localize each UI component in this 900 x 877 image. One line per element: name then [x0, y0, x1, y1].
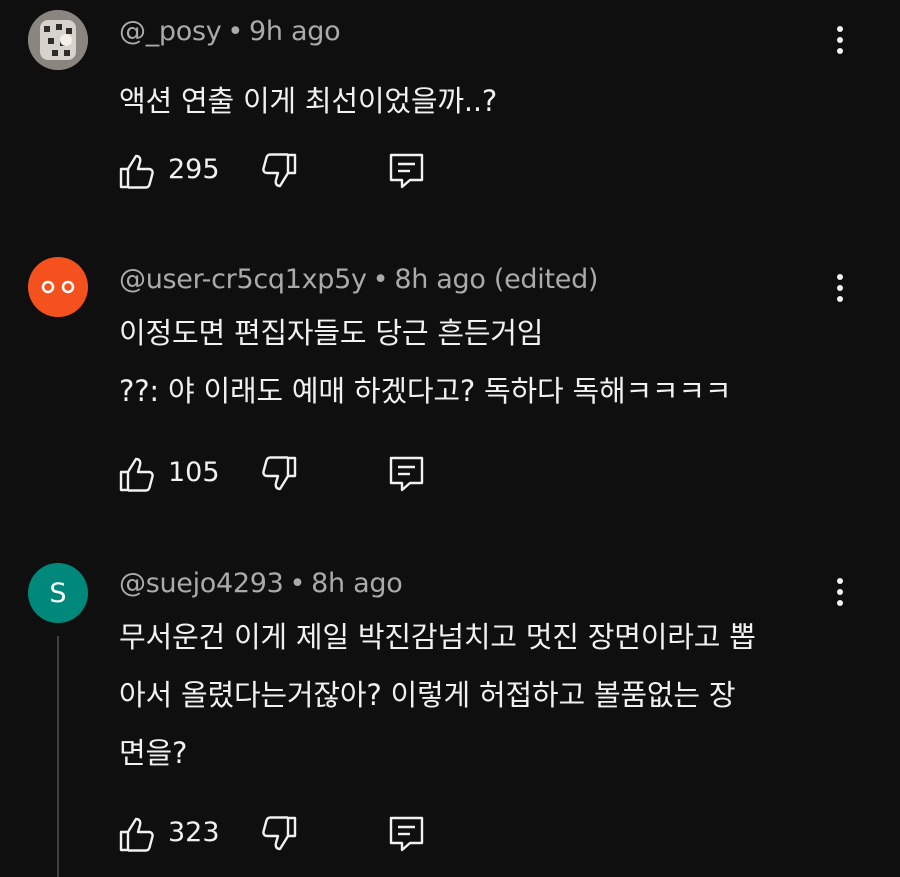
comment-line: 액션 연출 이게 최선이었을까..?: [119, 84, 498, 118]
comment-actions: 295: [118, 152, 438, 192]
more-vert-icon[interactable]: [822, 18, 858, 62]
comment-line: ??: 야 이래도 예매 하겠다고? 독하다 독해ㅋㅋㅋㅋ: [119, 374, 732, 408]
thumb-down-icon[interactable]: [260, 152, 298, 190]
meta-separator: •: [289, 568, 306, 599]
comment-line: 이정도면 편집자들도 당근 흔든거임: [119, 316, 544, 350]
avatar[interactable]: [28, 10, 88, 70]
like-count: 105: [168, 457, 220, 488]
comment-line: 무서운건 이게 제일 박진감넘치고 멋진 장면이라고 뽑: [119, 620, 756, 654]
like-count: 295: [168, 154, 220, 185]
meta-separator: •: [372, 264, 389, 295]
comment-actions: 105: [118, 455, 438, 495]
thumb-down-icon[interactable]: [260, 455, 298, 493]
avatar[interactable]: S: [28, 563, 88, 623]
comment-text: 액션 연출 이게 최선이었을까..?: [119, 72, 497, 130]
thumb-up-icon[interactable]: [118, 152, 156, 190]
thread-line: [57, 636, 59, 877]
comment-meta: @suejo4293 • 8h ago: [119, 568, 403, 599]
edited-label: (edited): [493, 264, 599, 295]
thumb-up-icon[interactable]: [118, 815, 156, 853]
avatar[interactable]: [28, 257, 88, 317]
more-vert-icon[interactable]: [822, 570, 858, 614]
avatar-image: [28, 10, 88, 70]
meta-separator: •: [227, 16, 244, 47]
comment-line: 면을?: [119, 736, 188, 770]
comment-time: 9h ago: [249, 16, 341, 47]
comment-time: 8h ago: [394, 264, 486, 295]
avatar-letter: S: [49, 577, 67, 609]
author-name[interactable]: @user-cr5cq1xp5y: [119, 264, 367, 295]
author-name[interactable]: @_posy: [119, 16, 222, 47]
comment-line: 아서 올렸다는거잖아? 이렇게 허접하고 볼품없는 장: [119, 678, 736, 712]
comment-actions: 323: [118, 815, 438, 855]
comment-meta: @user-cr5cq1xp5y • 8h ago (edited): [119, 264, 598, 295]
comment-text: 이정도면 편집자들도 당근 흔든거임 ??: 야 이래도 예매 하겠다고? 독하…: [119, 304, 732, 420]
comment-time: 8h ago: [311, 568, 403, 599]
like-count: 323: [168, 817, 220, 848]
thumb-down-icon[interactable]: [260, 815, 298, 853]
comment-meta: @_posy • 9h ago: [119, 16, 341, 47]
reply-icon[interactable]: [388, 455, 426, 493]
comment-text: 무서운건 이게 제일 박진감넘치고 멋진 장면이라고 뽑 아서 올렸다는거잖아?…: [119, 608, 756, 782]
reply-icon[interactable]: [388, 152, 426, 190]
more-vert-icon[interactable]: [822, 266, 858, 310]
author-name[interactable]: @suejo4293: [119, 568, 284, 599]
avatar-eyes-icon: [41, 280, 75, 294]
thumb-up-icon[interactable]: [118, 455, 156, 493]
reply-icon[interactable]: [388, 815, 426, 853]
